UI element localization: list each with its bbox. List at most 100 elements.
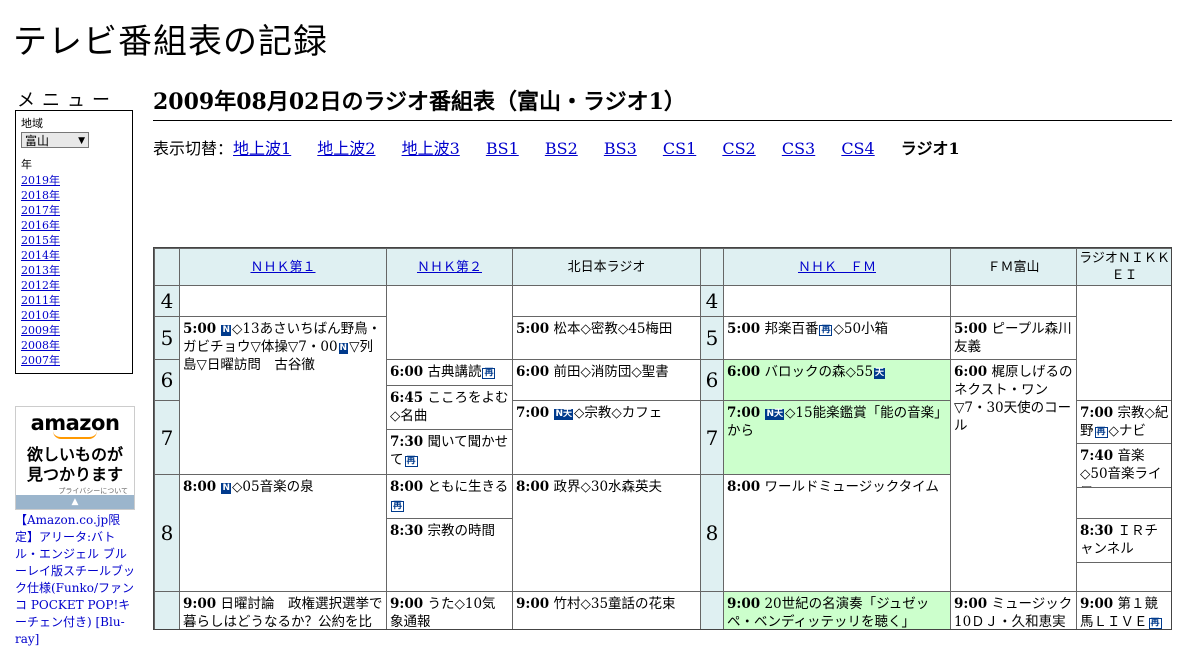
program-cell[interactable]: 8:30 宗教の時間 — [386, 518, 513, 592]
program-title: ◇宗教◇カフェ — [574, 405, 663, 421]
program-time: 9:00 — [183, 596, 217, 612]
ad-text-line1: 欲しいものが — [26, 445, 123, 464]
channel-header: 北日本ラジオ — [512, 248, 701, 286]
hour-label: 4 — [154, 285, 180, 317]
program-cell[interactable]: 5:00 松本◇密教◇45梅田 — [512, 316, 701, 360]
program-cell[interactable]: 5:00 N ◇13あさいちばん野鳥・ガビチョウ▽体操▽7・00 N ▽列島▽日曜訪問… — [179, 316, 387, 475]
switch-link-cs3[interactable]: CS3 — [782, 139, 815, 158]
switch-link-terrestrial1[interactable]: 地上波1 — [233, 139, 291, 158]
program-title: ◇05音楽の泉 — [232, 479, 314, 495]
ad-collapse-bar[interactable]: ▲ — [16, 495, 134, 509]
year-link-2016[interactable]: 2016年 — [21, 218, 127, 233]
program-time: 7:40 — [1080, 448, 1114, 464]
program-cell[interactable]: 7:00 宗教◇紀野再 ◇ナビ — [1076, 400, 1171, 444]
year-link-2017[interactable]: 2017年 — [21, 203, 127, 218]
year-link-2015[interactable]: 2015年 — [21, 233, 127, 248]
news-badge-icon: N — [221, 483, 232, 494]
program-cell[interactable]: 7:00 N天 ◇15能楽鑑賞「能の音楽」から — [723, 400, 951, 475]
corner-cell — [154, 248, 180, 286]
program-cell[interactable]: 5:00 ピープル森川友義 — [950, 316, 1077, 360]
product-link[interactable]: 【Amazon.co.jp限定】アリータ:バトル・エンジェル ブルーレイ版スチー… — [15, 512, 137, 648]
news-weather-badge-icon: N天 — [554, 409, 574, 420]
program-title: 前田◇消防団◇聖書 — [553, 364, 669, 380]
news-badge-icon: N — [221, 325, 232, 336]
program-cell[interactable]: 6:00 梶原しげるのネクスト・ワン▽7・30天使のコール — [950, 359, 1077, 592]
program-cell[interactable]: 9:00 うた◇10気象通報 — [386, 591, 513, 629]
program-cell[interactable]: 9:00 第１競馬ＬＩＶＥ再第２ — [1076, 591, 1171, 629]
year-link-2007[interactable]: 2007年 — [21, 353, 127, 368]
hour-label: 5 — [154, 316, 180, 360]
program-cell[interactable]: 7:30 聞いて聞かせて再 — [386, 429, 513, 475]
program-empty — [1076, 562, 1171, 592]
program-cell[interactable]: 9:00 ミュージック10ＤＪ・久和恵実 — [950, 591, 1077, 629]
channel-link-nhkfm[interactable]: ＮＨＫ ＦＭ — [798, 259, 876, 276]
year-link-2009[interactable]: 2009年 — [21, 323, 127, 338]
program-cell[interactable]: 8:00 政界◇30水森英夫 — [512, 474, 701, 592]
program-title: ともに生きる — [427, 479, 509, 495]
program-time: 9:00 — [954, 596, 988, 612]
year-link-2019[interactable]: 2019年 — [21, 173, 127, 188]
channel-link-nhk2[interactable]: ＮＨＫ第２ — [417, 259, 482, 276]
menu-box: 地域 富山 ▼ 年 2019年 2018年 2017年 2016年 2015年 … — [15, 110, 133, 374]
program-cell[interactable]: 9:00 20世紀の名演奏「ジュゼッペ・ベンディッテッリを聴く」 — [723, 591, 951, 629]
year-link-2018[interactable]: 2018年 — [21, 188, 127, 203]
channel-link-nhk1[interactable]: ＮＨＫ第１ — [250, 259, 315, 276]
program-cell[interactable]: 6:00 バロックの森◇55 天 — [723, 359, 951, 401]
year-link-2010[interactable]: 2010年 — [21, 308, 127, 323]
hour-label — [700, 591, 724, 629]
year-link-2013[interactable]: 2013年 — [21, 263, 127, 278]
program-title: 邦楽百番 — [764, 321, 819, 337]
channel-header: ラジオＮＩＫＫＥＩ — [1076, 248, 1171, 286]
hour-label — [154, 591, 180, 629]
program-time: 6:45 — [390, 390, 424, 406]
program-title: 宗教の時間 — [427, 523, 495, 539]
switch-link-bs1[interactable]: BS1 — [486, 139, 519, 158]
ad-text: 欲しいものが 見つかります — [16, 445, 134, 485]
dropdown-arrow-icon: ▼ — [78, 136, 85, 146]
switch-link-cs1[interactable]: CS1 — [663, 139, 696, 158]
rerun-badge-icon: 再 — [482, 368, 496, 379]
year-link-2008[interactable]: 2008年 — [21, 338, 127, 353]
hour-label: 5 — [700, 316, 724, 360]
year-link-2012[interactable]: 2012年 — [21, 278, 127, 293]
program-cell[interactable]: 8:30 ＩＲチャンネル — [1076, 518, 1171, 563]
menu-heading: メニュー — [17, 90, 117, 111]
program-cell[interactable]: 9:00 日曜討論 政権選択選挙で暮らしはどうなるか？公約を比較 — [179, 591, 387, 629]
switcher-label: 表示切替： — [153, 139, 234, 158]
switch-link-bs2[interactable]: BS2 — [545, 139, 578, 158]
program-title: 松本◇密教◇45梅田 — [553, 321, 673, 337]
channel-header: ＮＨＫ ＦＭ — [723, 248, 951, 286]
switch-link-terrestrial3[interactable]: 地上波3 — [402, 139, 460, 158]
switch-link-bs3[interactable]: BS3 — [604, 139, 637, 158]
program-time: 9:00 — [727, 596, 761, 612]
channel-header: ＮＨＫ第１ — [179, 248, 387, 286]
channel-name-nikkei: ラジオＮＩＫＫＥＩ — [1079, 251, 1170, 283]
switch-current-radio1: ラジオ1 — [900, 139, 960, 158]
program-time: 7:00 — [1080, 405, 1114, 421]
program-empty — [386, 285, 513, 360]
year-link-2014[interactable]: 2014年 — [21, 248, 127, 263]
switch-link-cs4[interactable]: CS4 — [841, 139, 874, 158]
program-time: 5:00 — [516, 321, 550, 337]
hour-label: 6 — [700, 359, 724, 401]
program-cell[interactable]: 6:00 古典講読再 — [386, 359, 513, 386]
program-cell[interactable]: 6:45 こころをよむ◇名曲 — [386, 385, 513, 430]
program-cell[interactable]: 9:00 竹村◇35童話の花束 — [512, 591, 701, 629]
hour-label: 7 — [700, 400, 724, 475]
region-select[interactable]: 富山 ▼ — [21, 132, 89, 148]
hour-label: 8 — [700, 474, 724, 592]
program-cell[interactable]: 8:00 ワールドミュージックタイム — [723, 474, 951, 592]
program-cell[interactable]: 8:00 ともに生きる再 — [386, 474, 513, 519]
program-time: 7:00 — [516, 405, 550, 421]
program-cell[interactable]: 8:00 N ◇05音楽の泉 — [179, 474, 387, 592]
year-link-2011[interactable]: 2011年 — [21, 293, 127, 308]
program-cell[interactable]: 6:00 前田◇消防団◇聖書 — [512, 359, 701, 401]
amazon-ad-banner[interactable]: amazon 欲しいものが 見つかります プライバシーについて ▲ — [15, 406, 135, 510]
program-cell[interactable]: 7:40 音楽◇50音楽ライフ — [1076, 443, 1171, 488]
program-time: 9:00 — [516, 596, 550, 612]
program-cell[interactable]: 5:00 邦楽百番再 ◇50小箱 — [723, 316, 951, 360]
news-badge-icon: N — [338, 343, 349, 354]
switch-link-cs2[interactable]: CS2 — [722, 139, 755, 158]
switch-link-terrestrial2[interactable]: 地上波2 — [317, 139, 375, 158]
program-cell[interactable]: 7:00 N天 ◇宗教◇カフェ — [512, 400, 701, 475]
